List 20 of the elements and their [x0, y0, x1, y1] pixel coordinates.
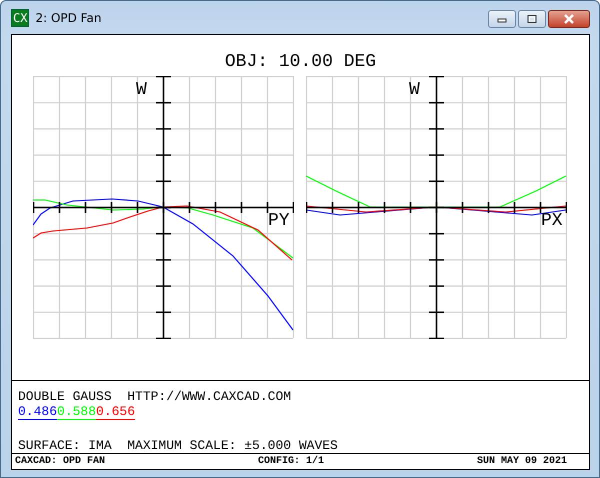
scale-info: SURFACE: IMA MAXIMUM SCALE: ±5.000 WAVES: [18, 438, 339, 453]
close-icon: [563, 14, 575, 24]
app-icon: CX: [11, 8, 30, 26]
lens-info: DOUBLE GAUSS HTTP://WWW.CAXCAD.COM: [18, 389, 292, 404]
maximize-icon: [526, 14, 538, 24]
status-text: CAXCAD: OPD FAN: [15, 456, 106, 467]
plot-title: OBJ: 10.00 DEG: [224, 52, 378, 74]
wavelength-label: 0.486: [18, 405, 58, 420]
axis-label: PY: [268, 211, 290, 231]
wavelength-label: 0.656: [96, 405, 136, 420]
status-text: SUN MAY 09 2021: [476, 456, 567, 467]
axis-label: PX: [541, 211, 563, 231]
axis-label: W: [136, 80, 147, 100]
status-text: CONFIG: 1/1: [258, 456, 324, 467]
close-button[interactable]: [548, 10, 590, 28]
window-title: 2: OPD Fan: [35, 10, 102, 24]
axis-label: W: [409, 80, 420, 100]
wavelength-label: 0.588: [57, 405, 96, 420]
maximize-button[interactable]: [518, 10, 546, 28]
minimize-button[interactable]: [488, 10, 516, 28]
